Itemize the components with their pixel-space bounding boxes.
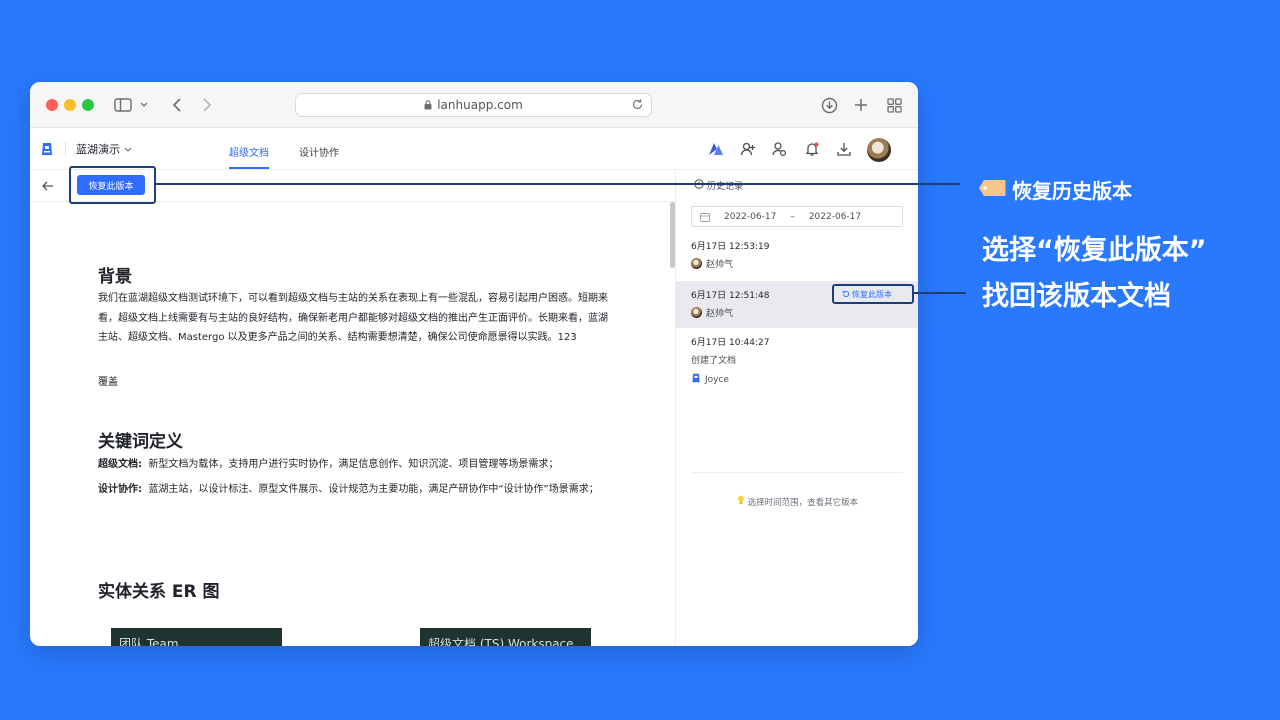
tag-icon (978, 178, 1006, 202)
version-item[interactable]: 6月17日 12:53:19 赵帅气 (676, 234, 918, 281)
history-divider (691, 472, 903, 473)
history-hint-text: 选择时间范围，查看其它版本 (747, 498, 859, 508)
callout-title: 恢复历史版本 (1012, 179, 1132, 203)
browser-chrome: lanhuapp.com (30, 82, 918, 128)
version-author: 赵帅气 (691, 257, 733, 270)
callout-line-2: 找回该版本文档 (982, 281, 1171, 312)
header-divider (65, 142, 66, 156)
export-download-icon[interactable] (835, 140, 853, 158)
definition-term: 超级文档: (98, 459, 142, 470)
tab-design-collab[interactable]: 设计协作 (299, 144, 339, 159)
restore-button-highlight (69, 166, 156, 204)
callout-line-1: 选择“恢复此版本” (982, 235, 1207, 266)
history-title: 历史记录 (694, 179, 743, 192)
callout-restore-history: 恢复历史版本 (978, 175, 1132, 204)
back-nav-icon[interactable] (166, 94, 188, 116)
date-from: 2022-06-17 (724, 211, 777, 222)
document-body: 背景 我们在蓝湖超级文档测试环境下，可以看到超级文档与主站的关系在表现上有一些混… (30, 202, 675, 646)
reload-icon[interactable] (631, 98, 644, 114)
author-name: 赵帅气 (706, 260, 734, 270)
zoom-window-button[interactable] (82, 99, 94, 111)
lanhu-logo-icon[interactable] (40, 141, 54, 155)
version-item[interactable]: 6月17日 10:44:27 创建了文档 Joyce (676, 328, 918, 394)
user-avatar[interactable] (867, 138, 891, 162)
version-time: 6月17日 12:53:19 (691, 242, 770, 252)
notification-bell-icon[interactable] (803, 140, 821, 158)
date-range-picker[interactable]: 2022-06-17 – 2022-06-17 (691, 206, 903, 227)
history-hint: 选择时间范围，查看其它版本 (676, 495, 918, 508)
er-entity-team[interactable]: 团队 Team (111, 628, 282, 646)
tab-super-doc[interactable]: 超级文档 (229, 144, 269, 159)
invite-member-icon[interactable] (739, 140, 757, 158)
definition-design-collab: 设计协作: 蓝湖主站，以设计标注、原型文件展示、设计规范为主要功能，满足产研协作… (98, 480, 608, 500)
heading-er-diagram: 实体关系 ER 图 (98, 582, 220, 602)
app-header: 蓝湖演示 超级文档 设计协作 (30, 128, 918, 170)
calendar-icon (700, 212, 710, 222)
callout-connector-1 (156, 183, 960, 185)
history-title-text: 历史记录 (707, 182, 744, 192)
sidebar-toggle-icon[interactable] (114, 94, 148, 116)
download-icon[interactable] (818, 94, 840, 116)
version-author: Joyce (691, 373, 729, 386)
lanhu-author-icon (691, 373, 701, 386)
new-tab-icon[interactable] (850, 94, 872, 116)
author-avatar (691, 258, 702, 269)
author-name: 赵帅气 (706, 309, 734, 319)
lightbulb-icon (737, 495, 748, 508)
workspace-name: 蓝湖演示 (76, 143, 120, 156)
lock-icon (424, 100, 432, 110)
version-note: 创建了文档 (691, 356, 737, 366)
heading-definitions: 关键词定义 (98, 432, 183, 452)
forward-nav-icon[interactable] (196, 94, 218, 116)
active-tab-indicator (229, 167, 269, 169)
date-to: 2022-06-17 (808, 211, 862, 222)
chevron-down-icon (124, 143, 132, 156)
author-avatar (691, 307, 702, 318)
overlay-word: 覆盖 (98, 377, 118, 388)
history-panel: 历史记录 2022-06-17 – 2022-06-17 6月17日 12:53… (675, 170, 918, 646)
er-entity-workspace[interactable]: 超级文档 (TS) Workspace (420, 628, 591, 646)
clock-icon (694, 179, 704, 192)
ai-assistant-icon[interactable] (707, 140, 725, 158)
date-separator: – (790, 211, 795, 222)
address-bar[interactable]: lanhuapp.com (295, 93, 652, 117)
browser-window: lanhuapp.com 蓝湖演示 超级文档 设计协作 恢复此版本 背景 我们在… (30, 82, 918, 646)
version-item-selected[interactable]: 6月17日 12:51:48 赵帅气 恢复此版本 (676, 281, 918, 328)
callout-connector-2 (913, 292, 966, 294)
url-text: lanhuapp.com (437, 98, 523, 112)
definition-text: 新型文档为载体，支持用户进行实时协作，满足信息创作、知识沉淀、项目管理等场景需求… (148, 459, 559, 470)
definition-text: 蓝湖主站，以设计标注、原型文件展示、设计规范为主要功能，满足产研协作中“设计协作… (148, 484, 599, 495)
team-members-icon[interactable] (770, 140, 788, 158)
version-author: 赵帅气 (691, 306, 733, 319)
version-time: 6月17日 10:44:27 (691, 338, 770, 348)
author-name: Joyce (705, 374, 729, 385)
close-window-button[interactable] (46, 99, 58, 111)
back-arrow-icon[interactable] (40, 178, 56, 194)
definition-super-doc: 超级文档: 新型文档为载体，支持用户进行实时协作，满足信息创作、知识沉淀、项目管… (98, 455, 608, 475)
heading-background: 背景 (98, 267, 132, 287)
workspace-switcher[interactable]: 蓝湖演示 (76, 141, 132, 157)
definition-term: 设计协作: (98, 484, 142, 495)
minimize-window-button[interactable] (64, 99, 76, 111)
callout-instructions: 选择“恢复此版本” 找回该版本文档 (982, 228, 1207, 320)
version-time: 6月17日 12:51:48 (691, 291, 770, 301)
background-paragraph: 我们在蓝湖超级文档测试环境下，可以看到超级文档与主站的关系在表现上有一些混乱，容… (98, 293, 608, 343)
version-restore-highlight (832, 284, 914, 304)
tab-overview-icon[interactable] (883, 94, 905, 116)
